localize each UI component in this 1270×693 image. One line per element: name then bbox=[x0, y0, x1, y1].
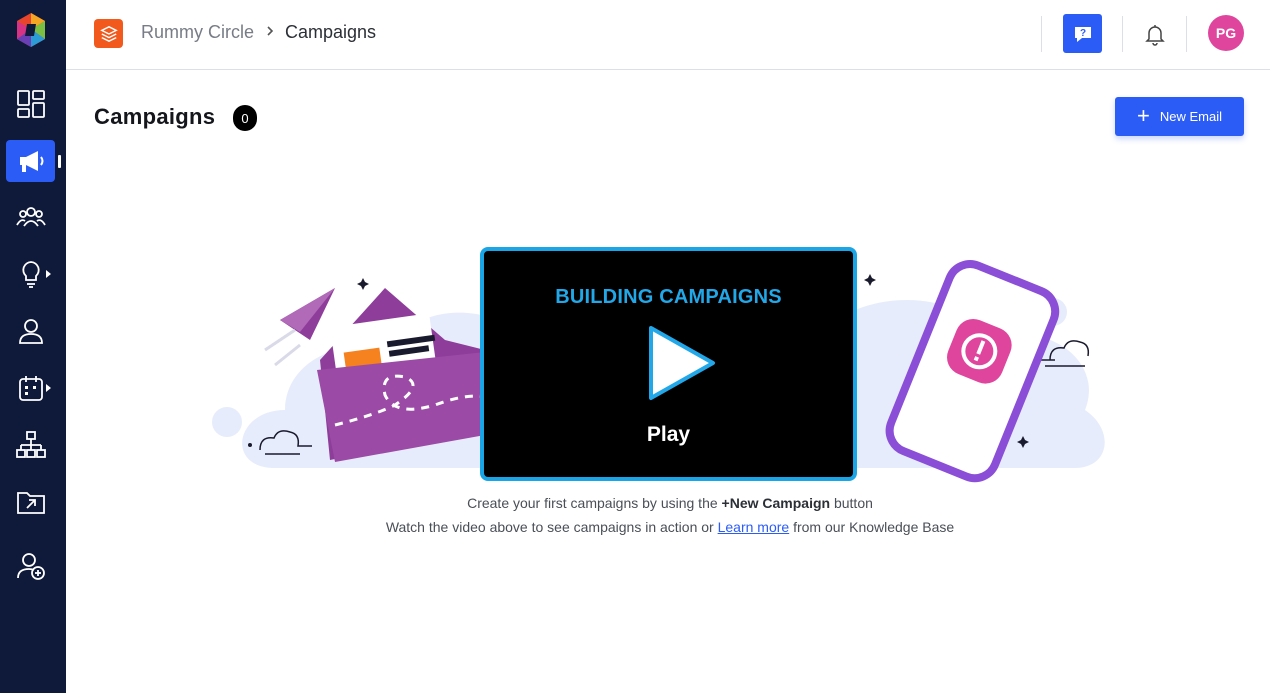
expand-caret-icon[interactable] bbox=[46, 270, 51, 278]
plus-icon: + bbox=[1137, 102, 1150, 128]
bell-icon[interactable] bbox=[1143, 22, 1167, 46]
svg-text:?: ? bbox=[1079, 28, 1085, 39]
help-chat-icon: ? bbox=[1074, 26, 1091, 42]
calendar-icon bbox=[18, 376, 43, 401]
sidebar-item-journeys[interactable] bbox=[6, 424, 55, 466]
active-indicator bbox=[58, 155, 61, 168]
sidebar-item-dashboard[interactable] bbox=[6, 83, 55, 125]
empty-state-text: Create your first campaigns by using the bbox=[467, 495, 718, 511]
video-title: BUILDING CAMPAIGNS bbox=[555, 286, 782, 308]
new-email-button[interactable]: + New Email bbox=[1115, 97, 1244, 136]
user-avatar[interactable]: PG bbox=[1208, 15, 1244, 51]
header-divider bbox=[1122, 16, 1123, 52]
user-icon bbox=[18, 319, 43, 344]
empty-state-text: button bbox=[833, 495, 873, 511]
play-label: Play bbox=[646, 423, 691, 446]
sitemap-icon bbox=[15, 431, 46, 458]
breadcrumb-parent[interactable]: Rummy Circle bbox=[141, 22, 254, 43]
megaphone-icon bbox=[19, 151, 43, 172]
sidebar-item-campaigns[interactable] bbox=[6, 140, 55, 182]
expand-caret-icon[interactable] bbox=[46, 384, 51, 392]
top-header: Rummy Circle Campaigns ? PG bbox=[66, 0, 1270, 70]
page-title: Campaigns bbox=[94, 104, 216, 129]
new-email-label: New Email bbox=[1159, 109, 1222, 124]
empty-state-text: from our Knowledge Base bbox=[793, 519, 955, 535]
add-user-icon bbox=[16, 553, 45, 580]
new-campaign-reference: +New Campaign bbox=[721, 495, 831, 511]
lightbulb-icon bbox=[21, 261, 40, 288]
help-button[interactable]: ? bbox=[1063, 14, 1102, 53]
app-logo-icon[interactable] bbox=[14, 12, 48, 48]
empty-state-line-2: Watch the video above to see campaigns i… bbox=[0, 519, 1270, 535]
audience-icon bbox=[15, 207, 46, 227]
learn-more-link[interactable]: Learn more bbox=[718, 519, 790, 535]
empty-state-line-1: Create your first campaigns by using the… bbox=[0, 495, 1270, 511]
chevron-right-icon bbox=[267, 26, 274, 36]
breadcrumb-current: Campaigns bbox=[285, 22, 377, 42]
building-campaigns-video[interactable]: BUILDING CAMPAIGNS Play bbox=[480, 247, 857, 481]
sidebar-item-profile[interactable] bbox=[6, 310, 55, 352]
dashboard-icon bbox=[16, 90, 45, 118]
sidebar bbox=[0, 0, 66, 693]
play-icon[interactable] bbox=[646, 323, 718, 403]
app-root: Rummy Circle Campaigns ? PG Campaigns 0 … bbox=[0, 0, 1270, 693]
header-divider bbox=[1041, 16, 1042, 52]
sidebar-item-add-user[interactable] bbox=[6, 545, 55, 587]
sidebar-item-audience[interactable] bbox=[6, 196, 55, 238]
campaign-count-badge: 0 bbox=[233, 105, 257, 131]
header-divider bbox=[1186, 16, 1187, 52]
empty-state-text: Watch the video above to see campaigns i… bbox=[385, 519, 714, 535]
brand-layers-icon[interactable] bbox=[94, 19, 123, 48]
